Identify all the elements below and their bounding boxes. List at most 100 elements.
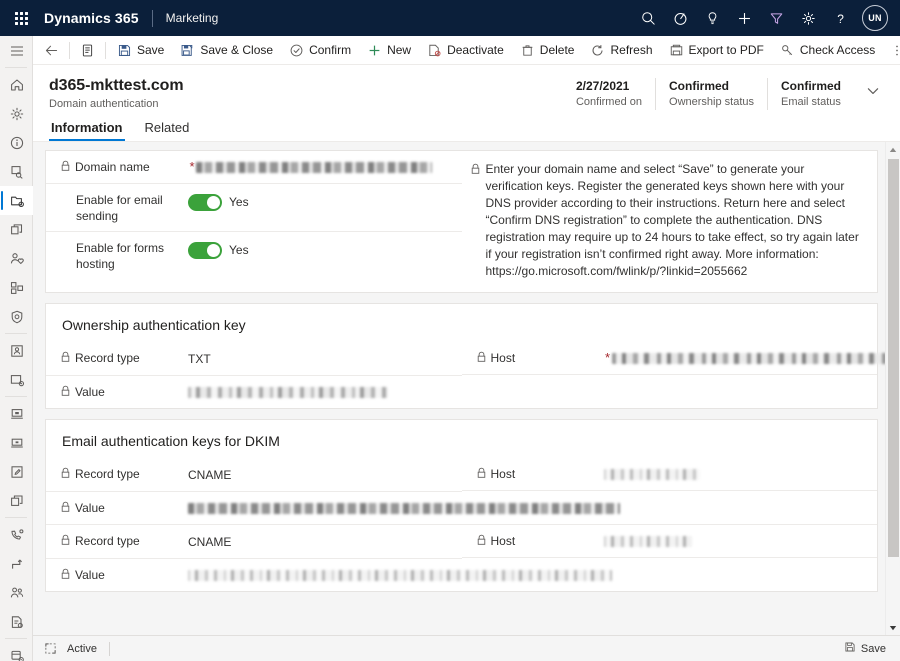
sidebar-item-copy[interactable] <box>0 215 33 244</box>
brand-title[interactable]: Dynamics 365 <box>44 10 139 26</box>
tab-related[interactable]: Related <box>143 120 192 141</box>
sidebar-item-settings[interactable] <box>0 99 33 128</box>
search-icon[interactable] <box>632 2 664 34</box>
form-selector-button[interactable] <box>73 36 102 64</box>
sidebar-item-laptop[interactable] <box>0 428 33 457</box>
command-divider-2 <box>105 42 106 59</box>
vertical-scrollbar[interactable] <box>885 142 900 635</box>
lightbulb-icon[interactable] <box>696 2 728 34</box>
sidebar-item-database[interactable] <box>0 641 33 661</box>
filter-icon[interactable] <box>760 2 792 34</box>
sidebar-item-portal[interactable] <box>0 336 33 365</box>
delete-button[interactable]: Delete <box>512 36 583 64</box>
field-value-dkim-value-2[interactable] <box>188 566 863 581</box>
field-ownership-record-type: Record type TXT <box>46 342 462 376</box>
record-status-group: 2/27/2021 Confirmed on Confirmed Ownersh… <box>563 76 886 110</box>
confirm-button[interactable]: Confirm <box>281 36 359 64</box>
lock-icon <box>60 568 71 584</box>
ownership-section-card: Ownership authentication key Record type… <box>45 303 878 409</box>
trash-icon <box>520 43 535 58</box>
sidebar-item-edit-form[interactable] <box>0 457 33 486</box>
field-value-host[interactable] <box>604 465 864 480</box>
save-close-icon <box>180 43 195 58</box>
deactivate-button[interactable]: Deactivate <box>419 36 512 64</box>
instructions-block: Enter your domain name and select “Save”… <box>462 151 878 292</box>
save-icon <box>117 43 132 58</box>
sidebar-menu-button[interactable] <box>0 36 33 65</box>
sidebar-item-home[interactable] <box>0 70 33 99</box>
help-icon[interactable]: ? <box>824 2 856 34</box>
assistant-icon[interactable] <box>664 2 696 34</box>
scrollbar-thumb[interactable] <box>888 159 899 557</box>
app-launcher-waffle-icon[interactable] <box>8 5 34 31</box>
export-pdf-label: Export to PDF <box>689 43 764 57</box>
app-name[interactable]: Marketing <box>166 11 219 25</box>
sidebar-item-reports[interactable] <box>0 607 33 636</box>
field-value-domain-name[interactable] <box>196 158 448 173</box>
field-label-text: Domain name <box>75 159 150 175</box>
chevron-down-icon[interactable] <box>860 78 886 104</box>
redacted-value <box>612 353 890 364</box>
save-and-close-button[interactable]: Save & Close <box>172 36 281 64</box>
record-state-label: Active <box>67 643 97 655</box>
plus-icon[interactable] <box>728 2 760 34</box>
field-label-text: Record type <box>75 533 140 549</box>
sidebar-item-journey[interactable] <box>0 549 33 578</box>
toggle-email-sending[interactable] <box>188 194 222 211</box>
sidebar-item-call[interactable] <box>0 520 33 549</box>
field-value-dkim-value-1[interactable] <box>188 499 863 514</box>
field-label-text: Value <box>75 384 105 400</box>
delete-label: Delete <box>540 43 575 57</box>
scroll-up-arrow-icon[interactable] <box>886 142 900 157</box>
redacted-value <box>196 162 432 173</box>
field-enable-forms-hosting: Enable for forms hosting Yes <box>46 232 462 279</box>
tab-information[interactable]: Information <box>49 120 125 141</box>
sidebar-item-security[interactable] <box>0 302 33 331</box>
back-button[interactable] <box>37 36 66 64</box>
sidebar-item-duplicate[interactable] <box>0 486 33 515</box>
overflow-menu-button[interactable] <box>883 36 900 64</box>
open-new-window-icon[interactable] <box>39 638 61 660</box>
domain-left-column: Domain name * Enable for email sending <box>46 151 462 292</box>
sidebar-item-contacts[interactable] <box>0 244 33 273</box>
dkim-left-2: Record type CNAME <box>46 525 462 559</box>
sidebar-item-accounts[interactable] <box>0 578 33 607</box>
footer-save-button[interactable]: Save <box>840 641 890 656</box>
header-icon-group: ? UN <box>632 2 890 34</box>
field-value-record-type: CNAME <box>188 532 448 551</box>
user-avatar[interactable]: UN <box>862 5 888 31</box>
sidebar-divider-5 <box>5 638 27 639</box>
command-divider-1 <box>69 42 70 59</box>
field-value-host[interactable] <box>604 532 864 547</box>
gear-icon[interactable] <box>792 2 824 34</box>
field-label-text: Host <box>491 533 516 549</box>
dkim-columns-2: Record type CNAME Host <box>46 525 877 559</box>
sidebar-item-device[interactable] <box>0 399 33 428</box>
new-button[interactable]: New <box>359 36 419 64</box>
field-value-record-type: TXT <box>188 349 448 368</box>
scrollbar-track[interactable] <box>886 157 900 620</box>
export-to-pdf-button[interactable]: Export to PDF <box>661 36 772 64</box>
field-value-email-sending: Yes <box>188 191 448 211</box>
field-value-ownership-value[interactable] <box>188 383 863 398</box>
refresh-icon <box>590 43 605 58</box>
toggle-forms-hosting[interactable] <box>188 242 222 259</box>
sidebar-item-audit[interactable] <box>0 157 33 186</box>
sidebar-item-domains[interactable] <box>0 186 33 215</box>
redacted-value <box>604 536 692 547</box>
field-label-text: Enable for forms hosting <box>76 240 188 272</box>
sidebar-item-segments[interactable] <box>0 273 33 302</box>
sidebar-item-about[interactable] <box>0 128 33 157</box>
save-button[interactable]: Save <box>109 36 172 64</box>
check-access-label: Check Access <box>800 43 875 57</box>
status-bar: Active Save <box>33 635 900 661</box>
scroll-down-arrow-icon[interactable] <box>886 620 900 635</box>
lock-icon <box>60 534 71 550</box>
refresh-button[interactable]: Refresh <box>582 36 660 64</box>
field-label: Enable for email sending <box>60 191 188 224</box>
check-access-button[interactable]: Check Access <box>772 36 883 64</box>
deactivate-icon <box>427 43 442 58</box>
field-value-host[interactable] <box>612 349 864 364</box>
sidebar-item-card[interactable] <box>0 365 33 394</box>
field-label: Record type <box>60 465 188 483</box>
